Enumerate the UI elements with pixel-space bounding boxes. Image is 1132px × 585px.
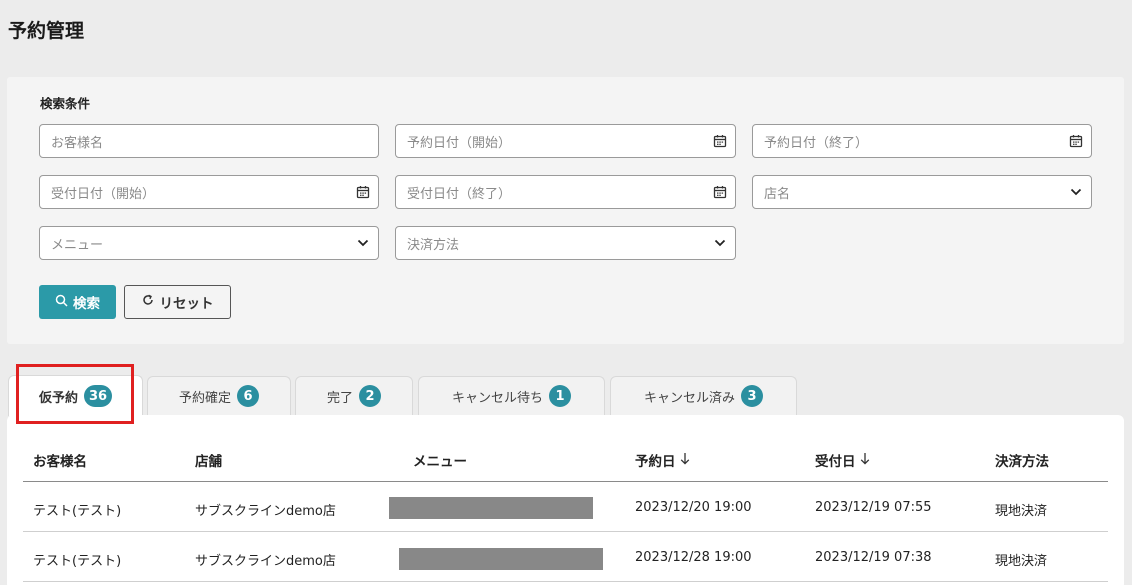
calendar-icon[interactable]	[348, 185, 378, 199]
cell-reserve-date: 2023/12/20 19:00	[635, 500, 752, 515]
count-badge: 1	[549, 385, 571, 407]
chevron-down-icon	[1061, 188, 1091, 196]
redacted-menu	[399, 548, 603, 570]
column-header-store[interactable]: 店舗	[195, 450, 222, 470]
cell-payment: 現地決済	[995, 504, 1048, 519]
tab-confirmed[interactable]: 予約確定 6	[147, 376, 291, 415]
arrow-down-icon[interactable]	[680, 452, 690, 469]
chevron-down-icon	[348, 239, 378, 247]
count-badge: 6	[237, 385, 259, 407]
calendar-icon[interactable]	[705, 134, 735, 148]
tab-cancelled[interactable]: キャンセル済み 3	[610, 376, 797, 415]
highlight-annotation	[16, 364, 134, 424]
cell-store: サブスクラインdemo店	[195, 554, 336, 569]
redacted-menu	[389, 497, 593, 519]
received-date-end-input[interactable]: 受付日付（終了）	[395, 175, 736, 209]
tab-waitlist[interactable]: キャンセル待ち 1	[418, 376, 605, 415]
reserve-date-start-input[interactable]: 予約日付（開始）	[395, 124, 736, 158]
reservation-table: お客様名 店舗 メニュー 予約日 受付日 決済方法 テスト(テスト) サブスクラ…	[7, 415, 1124, 585]
chevron-down-icon	[705, 239, 735, 247]
column-header-reserve-date[interactable]: 予約日	[635, 450, 690, 470]
column-header-menu[interactable]: メニュー	[413, 450, 467, 470]
cell-received-date: 2023/12/19 07:38	[815, 550, 932, 565]
cell-reserve-date: 2023/12/28 19:00	[635, 550, 752, 565]
arrow-down-icon[interactable]	[860, 452, 870, 469]
menu-select[interactable]: メニュー	[39, 226, 379, 260]
refresh-icon	[142, 294, 154, 310]
tab-completed[interactable]: 完了 2	[295, 376, 413, 415]
page-title: 予約管理	[8, 20, 85, 42]
row-divider	[23, 581, 1108, 582]
search-icon	[55, 294, 68, 311]
cell-received-date: 2023/12/19 07:55	[815, 500, 932, 515]
reserve-date-end-input[interactable]: 予約日付（終了）	[752, 124, 1092, 158]
calendar-icon[interactable]	[705, 185, 735, 199]
store-name-select[interactable]: 店名	[752, 175, 1092, 209]
cell-customer: テスト(テスト)	[33, 504, 122, 519]
search-heading: 検索条件	[40, 96, 91, 111]
search-panel: 検索条件 お客様名 予約日付（開始） 予約日付（終了） 受付日付（開始） 受付日…	[7, 77, 1124, 344]
cell-store: サブスクラインdemo店	[195, 504, 336, 519]
column-header-payment[interactable]: 決済方法	[995, 450, 1049, 470]
cell-payment: 現地決済	[995, 554, 1048, 569]
row-divider	[23, 531, 1108, 532]
count-badge: 3	[741, 385, 763, 407]
payment-method-select[interactable]: 決済方法	[395, 226, 736, 260]
search-button[interactable]: 検索	[39, 285, 116, 319]
received-date-start-input[interactable]: 受付日付（開始）	[39, 175, 379, 209]
customer-name-input[interactable]: お客様名	[39, 124, 379, 158]
header-divider	[23, 481, 1108, 482]
reset-button[interactable]: リセット	[124, 285, 231, 319]
column-header-received-date[interactable]: 受付日	[815, 450, 870, 470]
calendar-icon[interactable]	[1061, 134, 1091, 148]
cell-customer: テスト(テスト)	[33, 554, 122, 569]
count-badge: 2	[359, 385, 381, 407]
column-header-customer[interactable]: お客様名	[33, 450, 87, 470]
